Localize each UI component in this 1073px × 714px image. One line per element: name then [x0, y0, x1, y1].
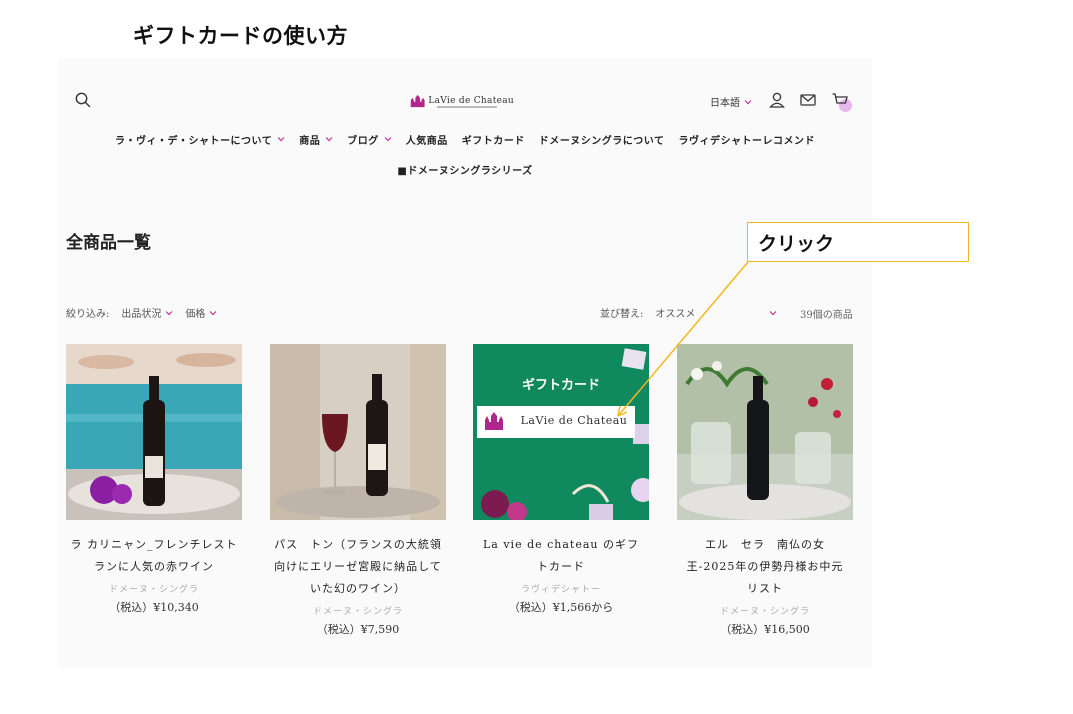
product-image[interactable]: [677, 344, 853, 520]
nav-item[interactable]: 人気商品: [406, 132, 448, 147]
chevron-down-icon: [165, 310, 173, 315]
nav-row-primary: ラ・ヴィ・デ・シャトーについて 商品 ブログ 人気商品 ギフトカード ドメーヌシングラにつ…: [58, 130, 872, 148]
product-image[interactable]: [66, 344, 242, 520]
product-photo-flowers-wine: [677, 344, 853, 520]
chevron-down-icon: [744, 99, 752, 104]
product-title[interactable]: ラ カリニャン_フレンチレストランに人気の赤ワイン: [66, 534, 242, 578]
filter-bar: 絞り込み: 出品状況 価格: [66, 305, 217, 320]
account-icon[interactable]: [768, 91, 786, 109]
sort-control: 並び替え: オススメ: [600, 305, 777, 320]
product-card[interactable]: ラ カリニャン_フレンチレストランに人気の赤ワイン ドメーヌ・シングラ （税込）…: [66, 344, 242, 615]
chevron-down-icon: [384, 137, 392, 142]
nav-item-label: ギフトカード: [461, 135, 525, 147]
store-page: LaVie de Chateau 日本語 ラ・ヴィ・デ・シャトーについて 商品 ブロ…: [58, 58, 872, 668]
product-card[interactable]: エル セラ 南仏の女王-2025年の伊勢丹様お中元リスト ドメーヌ・シングラ （…: [677, 344, 853, 637]
filter-label: 絞り込み:: [66, 309, 110, 320]
nav-item[interactable]: ギフトカード: [462, 132, 525, 147]
cart-icon[interactable]: [831, 91, 849, 109]
product-image[interactable]: [270, 344, 446, 520]
nav-item-label: 人気商品: [405, 135, 448, 147]
gift-card-photo: [473, 344, 649, 520]
product-card-gift[interactable]: ギフトカード LaVie de Chateau La vie de chatea…: [473, 344, 649, 615]
logo-tagline-line: [437, 106, 497, 108]
nav-row-secondary: ■ドメーヌシングラシリーズ: [58, 160, 872, 178]
language-selector[interactable]: 日本語: [710, 94, 752, 109]
product-photo-pool-wine: [66, 344, 242, 520]
nav-item[interactable]: 商品: [299, 132, 333, 147]
nav-item[interactable]: ラヴィデシャトーレコメンド: [678, 132, 815, 147]
gift-card-heading: ギフトカード: [521, 378, 600, 393]
chevron-down-icon: [209, 310, 217, 315]
nav-item[interactable]: ラ・ヴィ・デ・シャトーについて: [115, 132, 285, 147]
product-price: （税込）¥10,340: [109, 601, 199, 614]
chevron-down-icon: [277, 137, 285, 142]
nav-item-label: ブログ: [347, 135, 379, 147]
nav-item[interactable]: ドメーヌシングラについて: [539, 132, 665, 147]
gift-card-logo-text: LaVie de Chateau: [520, 414, 628, 427]
product-maker: ラヴィデシャトー: [520, 585, 601, 595]
product-price: （税込）¥1,566から: [508, 601, 614, 614]
nav-item-label: ■ドメーヌシングラシリーズ: [397, 165, 533, 177]
product-maker: ドメーヌ・シングラ: [719, 607, 810, 617]
product-count: 39個の商品: [800, 310, 853, 321]
product-maker: ドメーヌ・シングラ: [312, 607, 403, 617]
nav-item[interactable]: ■ドメーヌシングラシリーズ: [397, 162, 532, 177]
nav-item-label: ラヴィデシャトーレコメンド: [678, 135, 815, 147]
logo-text: LaVie de Chateau: [428, 96, 514, 106]
filter-price-label: 価格: [185, 309, 206, 320]
product-title[interactable]: パス トン（フランスの大統領向けにエリーゼ宮殿に納品していた幻のワイン）: [270, 534, 446, 600]
sort-label: 並び替え:: [600, 309, 644, 320]
gift-card-image[interactable]: ギフトカード LaVie de Chateau: [473, 344, 649, 520]
search-icon[interactable]: [74, 91, 92, 109]
product-price: （税込）¥16,500: [720, 623, 810, 636]
filter-availability[interactable]: 出品状況: [121, 305, 173, 320]
filter-availability-label: 出品状況: [121, 309, 162, 320]
sort-value: オススメ: [655, 309, 696, 320]
castle-logo-icon: [410, 94, 425, 108]
product-card[interactable]: パス トン（フランスの大統領向けにエリーゼ宮殿に納品していた幻のワイン） ドメー…: [270, 344, 446, 637]
nav-item-label: ラ・ヴィ・デ・シャトーについて: [115, 135, 273, 147]
product-title[interactable]: La vie de chateau のギフトカード: [473, 534, 649, 578]
document-title: ギフトカードの使い方: [133, 24, 348, 48]
product-price: （税込）¥7,590: [316, 623, 400, 636]
product-title[interactable]: エル セラ 南仏の女王-2025年の伊勢丹様お中元リスト: [677, 534, 853, 600]
page-title: 全商品一覧: [66, 233, 151, 253]
main-navigation: ラ・ヴィ・デ・シャトーについて 商品 ブログ 人気商品 ギフトカード ドメーヌシングラにつ…: [58, 130, 872, 178]
nav-item-label: ドメーヌシングラについて: [538, 135, 665, 147]
site-logo[interactable]: LaVie de Chateau: [410, 88, 514, 114]
filter-price[interactable]: 価格: [185, 305, 217, 320]
language-label: 日本語: [710, 98, 740, 109]
mail-icon[interactable]: [799, 91, 817, 109]
product-photo-wine-glass: [270, 344, 446, 520]
nav-item-label: 商品: [299, 135, 321, 147]
chevron-down-icon: [325, 137, 333, 142]
product-maker: ドメーヌ・シングラ: [108, 585, 199, 595]
chevron-down-icon: [769, 310, 777, 315]
sort-select[interactable]: オススメ: [655, 305, 777, 320]
click-callout: クリック: [747, 222, 969, 262]
nav-item[interactable]: ブログ: [347, 132, 392, 147]
